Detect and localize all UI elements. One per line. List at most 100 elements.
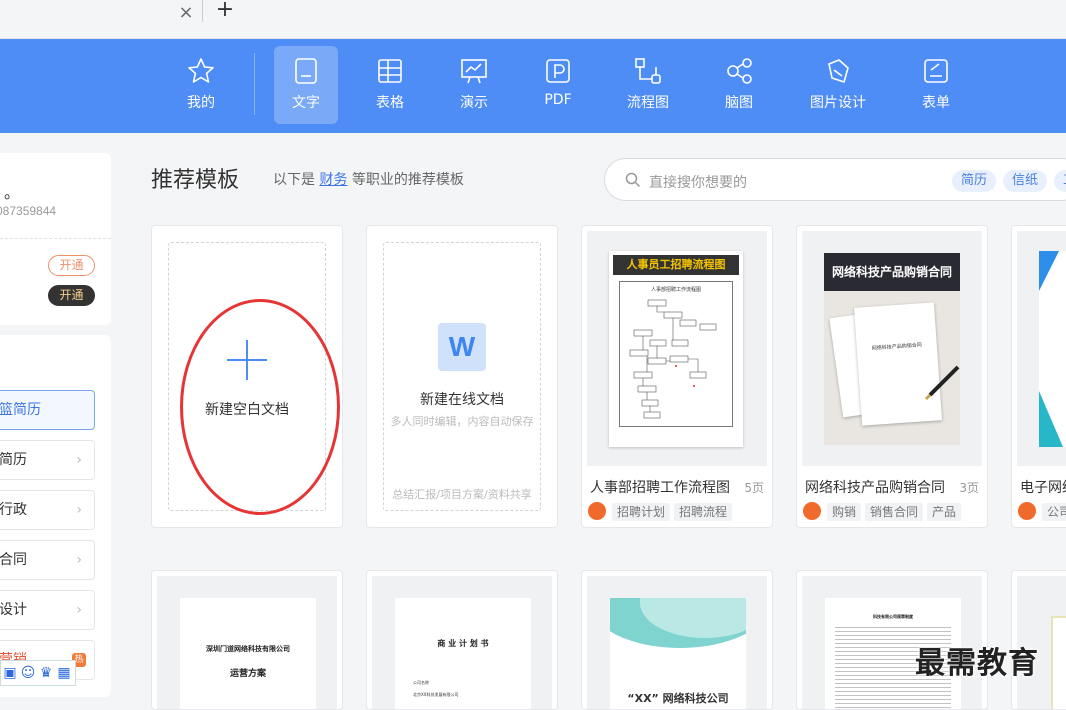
browser-tab-bar: × + (0, 0, 1066, 39)
image-design-icon (828, 59, 849, 83)
star-icon (188, 58, 214, 83)
app-icon[interactable]: ▣ (1, 664, 19, 682)
category-item-design[interactable]: 设计 › (0, 590, 95, 630)
chevron-right-icon: › (76, 552, 82, 568)
thumbnail-line: 商 业 计 划 书 (437, 639, 489, 648)
account-id: 087359844 (0, 204, 57, 218)
thumbnail-paper: 网络科技产品购销合同 (853, 302, 943, 426)
tag[interactable]: 产品 (927, 502, 962, 521)
account-card: 。 087359844 开通 开通 (0, 153, 111, 325)
template-title: 人事部招聘工作流程图 (590, 480, 730, 496)
category-menu: 篮简历 简历› 行政› 合同› 设计› 营销热 (0, 335, 111, 697)
mindmap-icon (727, 58, 752, 84)
online-document-footer: 总结汇报/项目方案/资料共享 (392, 488, 532, 501)
category-item-resume[interactable]: 简历 › (0, 440, 95, 480)
search-chip[interactable]: 简历 (952, 170, 997, 192)
tag[interactable]: 销售合同 (865, 502, 924, 521)
nav-item-document[interactable]: 文字 (274, 46, 338, 124)
nav-item-presentation[interactable]: 演示 (442, 46, 506, 124)
form-icon (924, 59, 948, 83)
template-card[interactable]: 电子网络 公司 (1011, 225, 1066, 528)
thumbnail-line: 公司名称 (413, 680, 429, 685)
category-label: 行政 (0, 502, 27, 518)
online-document-subtitle: 多人同时编辑，内容自动保存 (390, 415, 534, 428)
template-search-box[interactable]: 直接搜你想要的 简历 信纸 工 (604, 158, 1066, 201)
nav-item-flowchart[interactable]: 流程图 (612, 46, 684, 124)
close-tab-icon[interactable]: × (176, 3, 196, 23)
shirt-icon[interactable]: ♛ (37, 664, 55, 682)
nav-item-label: 演示 (460, 95, 488, 111)
new-online-document-card[interactable]: W 新建在线文档 多人同时编辑，内容自动保存 总结汇报/项目方案/资料共享 (366, 225, 558, 528)
nav-divider (254, 53, 255, 115)
nav-item-label: PDF (544, 92, 572, 108)
nav-item-pdf[interactable]: PDF (526, 46, 590, 124)
category-item-admin[interactable]: 行政 › (0, 490, 95, 530)
template-card[interactable]: “XX” 网络科技公司 (581, 570, 773, 710)
chevron-right-icon: › (76, 452, 82, 468)
nav-item-mindmap[interactable]: 脑图 (707, 46, 771, 124)
nav-item-label: 表单 (922, 95, 950, 111)
word-online-icon: W (438, 323, 486, 371)
template-page-count: 3页 (959, 481, 979, 495)
grid-icon[interactable]: ▦ (55, 664, 73, 682)
thumbnail-page: 商 业 计 划 书 公司名称 北京XX科技发展有限公司 (395, 598, 531, 709)
nav-item-mine[interactable]: 我的 (170, 46, 232, 124)
template-card[interactable]: 商 业 计 划 书 公司名称 北京XX科技发展有限公司 (366, 570, 558, 710)
thumbnail-line: 深圳门道网络科技有限公司 (206, 645, 290, 653)
nav-item-form[interactable]: 表单 (904, 46, 968, 124)
tag[interactable]: 招聘流程 (674, 502, 733, 521)
chevron-right-icon: › (76, 502, 82, 518)
presentation-icon (461, 59, 487, 84)
thumbnail-page: 人事员工招聘流程图 人事部招聘工作流程图 (609, 251, 743, 447)
open-membership-button[interactable]: 开通 (48, 255, 95, 276)
template-tags: 购销 销售合同 产品 (803, 501, 965, 521)
thumbnail-banner: 网络科技产品购销合同 (824, 253, 960, 291)
tag[interactable]: 招聘计划 (612, 502, 671, 521)
open-super-membership-button[interactable]: 开通 (48, 285, 95, 306)
search-chip[interactable]: 工 (1054, 170, 1066, 192)
category-label: 设计 (0, 602, 27, 618)
thumbnail-page: 网络科技产品购销合同 网络科技产品购销合同 (824, 253, 960, 445)
search-chip[interactable]: 信纸 (1003, 170, 1048, 192)
thumbnail-page: 深圳门道网络科技有限公司 运营方案 (180, 598, 316, 709)
thumbnail-line: 科技有限公司规章制度 (873, 614, 913, 619)
thumbnail-line: 运营方案 (229, 669, 266, 679)
category-item-contract[interactable]: 合同 › (0, 540, 95, 580)
subtitle-prefix: 以下是 (273, 172, 315, 188)
template-tags: 公司 (1018, 501, 1066, 521)
new-tab-icon[interactable]: + (214, 0, 236, 22)
template-thumbnail: 人事员工招聘流程图 人事部招聘工作流程图 (587, 231, 767, 466)
subtitle-suffix: 等职业的推荐模板 (351, 172, 464, 188)
template-thumbnail: 商 业 计 划 书 公司名称 北京XX科技发展有限公司 (372, 576, 552, 709)
thumbnail-page (1051, 616, 1066, 709)
template-card[interactable]: 深圳门道网络科技有限公司 运营方案 (151, 570, 343, 710)
nav-item-spreadsheet[interactable]: 表格 (358, 46, 422, 124)
flowchart-diagram (629, 299, 717, 419)
nav-item-label: 文字 (292, 95, 320, 111)
user-icon[interactable]: ☺ (19, 664, 37, 682)
top-nav-bar: 我的 文字 表格 演示 PDF 流程图 脑图 图片设计 表单 (0, 39, 1066, 133)
divider (0, 238, 111, 239)
nav-item-image-design[interactable]: 图片设计 (800, 46, 876, 124)
template-tags: 招聘计划 招聘流程 (588, 501, 736, 521)
tag[interactable]: 购销 (827, 502, 862, 521)
template-card[interactable]: 网络科技产品购销合同 网络科技产品购销合同 网络科技产品购销合同 3页 购销 销售… (796, 225, 988, 528)
template-card[interactable]: 人事员工招聘流程图 人事部招聘工作流程图 人事部招聘工作流程图 5页 招聘计划 … (581, 225, 773, 528)
thumbnail-frame: 人事部招聘工作流程图 (619, 281, 733, 427)
thumbnail-banner: 人事员工招聘流程图 (613, 255, 739, 275)
tag[interactable]: 公司 (1042, 502, 1066, 521)
nav-item-label: 流程图 (627, 95, 669, 111)
thumbnail-decoration (1039, 251, 1059, 291)
category-item-resume-recommend[interactable]: 篮简历 (0, 390, 95, 430)
chevron-right-icon: › (76, 602, 82, 618)
search-icon (625, 172, 641, 188)
watermark: 最需教育 (915, 646, 1039, 681)
template-title: 网络科技产品购销合同 (805, 480, 945, 496)
profession-link[interactable]: 财务 (319, 172, 347, 188)
template-page-count: 5页 (744, 481, 764, 495)
thumbnail-doc-title: 人事部招聘工作流程图 (650, 287, 701, 293)
template-thumbnail: 网络科技产品购销合同 网络科技产品购销合同 (802, 231, 982, 466)
thumbnail-doc-title: 网络科技产品购销合同 (871, 342, 922, 352)
search-input[interactable]: 直接搜你想要的 (649, 172, 747, 192)
template-thumbnail: 深圳门道网络科技有限公司 运营方案 (157, 576, 337, 709)
